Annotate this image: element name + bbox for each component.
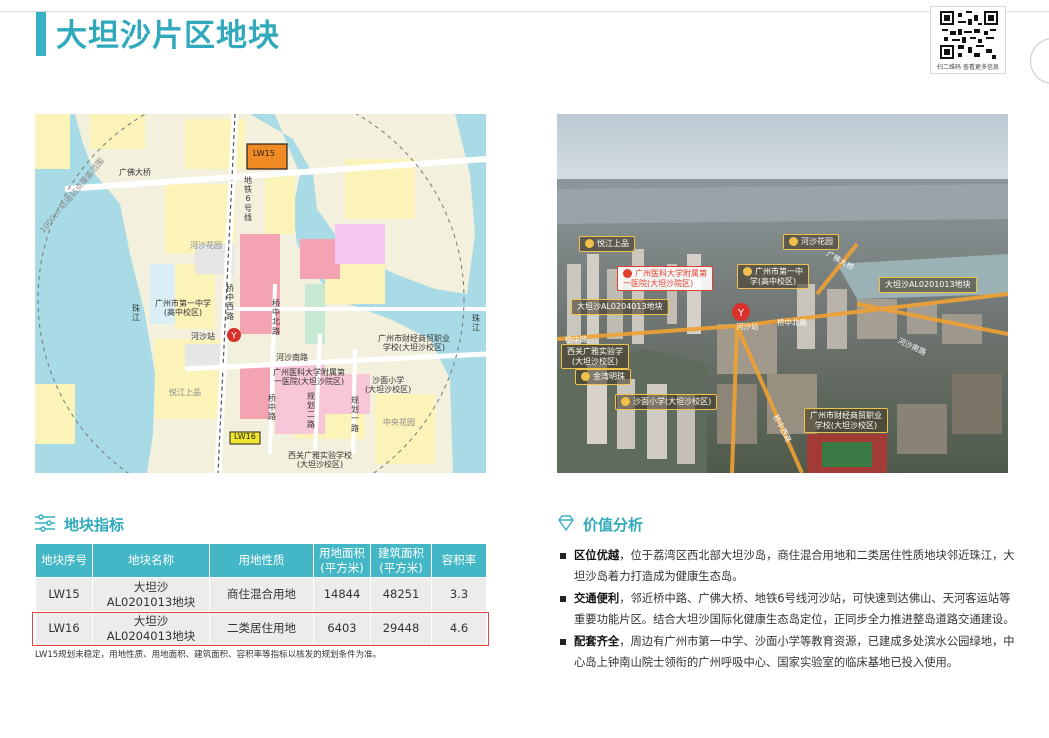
photo-tag-lw16: 大坦沙AL0204013地块 <box>571 299 669 315</box>
photo-tag-no1-middle-text: 广州市第一中 学(高中校区) <box>749 267 803 286</box>
title-accent-bar <box>36 12 46 56</box>
table-header-cell: 地块名称 <box>93 544 209 577</box>
photo-label-qiaozhong: 桥中路 <box>565 335 588 344</box>
lw16-highlight-box <box>32 612 489 646</box>
photo-tag-hospital-text: 广州医科大学附属第 一医院(大坦沙院区) <box>623 269 707 288</box>
list-item-text: ，位于荔湾区西北部大坦沙岛，商住混合用地和二类居住性质地块邻近珠江，大坦沙岛着力… <box>574 549 1015 583</box>
diamond-icon <box>558 515 574 531</box>
side-nav-circle[interactable] <box>1030 38 1049 84</box>
qr-code-box[interactable]: 扫二维码 查看更多信息 <box>930 6 1006 74</box>
map-lw16-tag: LW16 <box>234 432 256 441</box>
table-cell: 14844 <box>314 578 370 611</box>
photo-tag-xiguan-school: 西关广雅实验学 (大坦沙校区) <box>561 344 629 370</box>
bullet-square-icon <box>560 639 566 645</box>
bullet-square-icon <box>560 596 566 602</box>
photo-tag-jinwan-text: 金湾明珠 <box>593 372 625 381</box>
map-label-xiguan-school: 西关广雅实验学校 (大坦沙校区) <box>288 451 352 470</box>
map-label-pearl-right: 珠江 <box>472 314 480 333</box>
svg-text:Y: Y <box>737 308 745 319</box>
map-lw15-tag: LW15 <box>253 149 275 158</box>
photo-tag-yuejiang-text: 悦江上品 <box>597 239 629 248</box>
photo-tag-shamian-primary-text: 沙面小学(大坦沙校区) <box>633 397 712 406</box>
table-cell: 大坦沙 AL0201013地块 <box>93 578 209 611</box>
pin-icon <box>789 237 798 246</box>
value-heading: 价值分析 <box>583 516 644 534</box>
map-label-qiaozhongbei: 桥中北路 <box>272 299 280 336</box>
indicators-footnote: LW15规划未稳定，用地性质、用地面积、建筑面积、容积率等指标以核发的规划条件为… <box>35 650 382 660</box>
photo-tag-hesha-garden-text: 河沙花园 <box>801 237 833 246</box>
map-label-qiaozhongxi: 桥中西路 <box>226 284 234 321</box>
pin-icon <box>585 239 594 248</box>
value-list: 区位优越，位于荔湾区西北部大坦沙岛，商住混合用地和二类居住性质地块邻近珠江，大坦… <box>560 546 1020 675</box>
list-item: 配套齐全，周边有广州市第一中学、沙面小学等教育资源，已建成多处滨水公园绿地，中心… <box>560 632 1020 673</box>
map-label-guangfo-bridge: 广佛大桥 <box>119 168 151 177</box>
table-cell: 3.3 <box>432 578 486 611</box>
site-map-graphic: Y <box>35 114 486 473</box>
table-cell: 商住混合用地 <box>210 578 313 611</box>
aerial-photo: Y 悦江上品 河沙花园 广州医科大学附属第 一医院(大坦沙院区) 广州市第一中 … <box>557 114 1008 473</box>
map-label-guihua1: 规划一路 <box>351 396 359 433</box>
map-label-yuejiang: 悦江上品 <box>169 388 201 397</box>
map-label-hesha-south: 河沙南路 <box>276 353 308 362</box>
map-label-guihua2: 规划二路 <box>307 392 315 429</box>
table-header-cell: 地块序号 <box>36 544 92 577</box>
map-label-pearl-left: 珠江 <box>132 304 140 323</box>
map-label-finance-school: 广州市财经商贸职业 学校(大坦沙校区) <box>378 334 450 353</box>
qr-code-icon <box>940 11 998 59</box>
photo-tag-lw15: 大坦沙AL0201013地块 <box>879 277 977 293</box>
list-item-title: 区位优越 <box>574 549 620 562</box>
svg-text:Y: Y <box>230 332 237 342</box>
table-row: LW15 大坦沙 AL0201013地块 商住混合用地 14844 48251 … <box>36 578 486 611</box>
map-label-hospital: 广州医科大学附属第 一医院(大坦沙院区) <box>273 368 345 387</box>
table-cell: 48251 <box>371 578 431 611</box>
photo-tag-hesha-garden: 河沙花园 <box>783 234 839 250</box>
bullet-square-icon <box>560 553 566 559</box>
map-label-shamian-primary: 沙面小学 (大坦沙校区) <box>365 376 412 395</box>
pin-icon <box>581 372 590 381</box>
hospital-icon <box>623 269 632 278</box>
pin-icon <box>621 397 630 406</box>
table-header-cell: 建筑面积 (平方米) <box>371 544 431 577</box>
photo-tag-finance-school: 广州市财经商贸职业 学校(大坦沙校区) <box>804 408 888 434</box>
table-cell: LW15 <box>36 578 92 611</box>
list-item: 交通便利，邻近桥中路、广佛大桥、地铁6号线河沙站，可快速到达佛山、天河客运站等重… <box>560 589 1020 630</box>
list-item-text: ，周边有广州市第一中学、沙面小学等教育资源，已建成多处滨水公园绿地，中心岛上钟南… <box>574 635 1015 669</box>
photo-label-qiaozhongbei: 桥中北路 <box>777 318 807 327</box>
map-label-metro-line: 地铁6号线 <box>244 176 252 222</box>
indicators-heading: 地块指标 <box>64 516 125 534</box>
list-item-title: 交通便利 <box>574 592 620 605</box>
map-label-central-park: 中央花园 <box>383 418 415 427</box>
photo-tag-shamian-primary: 沙面小学(大坦沙校区) <box>615 394 718 410</box>
table-header-row: 地块序号 地块名称 用地性质 用地面积 (平方米) 建筑面积 (平方米) 容积率 <box>36 544 486 577</box>
map-label-hesha-station: 河沙站 <box>191 332 215 341</box>
photo-tag-hospital: 广州医科大学附属第 一医院(大坦沙院区) <box>617 266 713 292</box>
map-label-no1-middle: 广州市第一中学 (高中校区) <box>155 299 211 318</box>
qr-caption: 扫二维码 查看更多信息 <box>937 64 999 71</box>
site-map: Y 1000m 轨道站点覆盖范围 广佛大桥 LW15 LW16 地铁6号线 河沙… <box>35 114 486 473</box>
list-item: 区位优越，位于荔湾区西北部大坦沙岛，商住混合用地和二类居住性质地块邻近珠江，大坦… <box>560 546 1020 587</box>
table-header-cell: 容积率 <box>432 544 486 577</box>
table-header-cell: 用地面积 (平方米) <box>314 544 370 577</box>
sliders-icon <box>35 514 55 532</box>
map-label-hesha-garden: 河沙花园 <box>190 241 222 250</box>
table-header-cell: 用地性质 <box>210 544 313 577</box>
photo-tag-jinwan: 金湾明珠 <box>575 369 631 385</box>
photo-tag-no1-middle: 广州市第一中 学(高中校区) <box>737 264 809 290</box>
list-item-title: 配套齐全 <box>574 635 620 648</box>
pin-icon <box>743 267 752 276</box>
list-item-text: ，邻近桥中路、广佛大桥、地铁6号线河沙站，可快速到达佛山、天河客运站等重要功能片… <box>574 592 1015 626</box>
photo-label-hesha-station: 河沙站 <box>736 322 759 331</box>
page-title: 大坦沙片区地块 <box>56 18 280 54</box>
map-label-qiaozhong: 桥中路 <box>268 394 276 422</box>
photo-tag-yuejiang: 悦江上品 <box>579 236 635 252</box>
